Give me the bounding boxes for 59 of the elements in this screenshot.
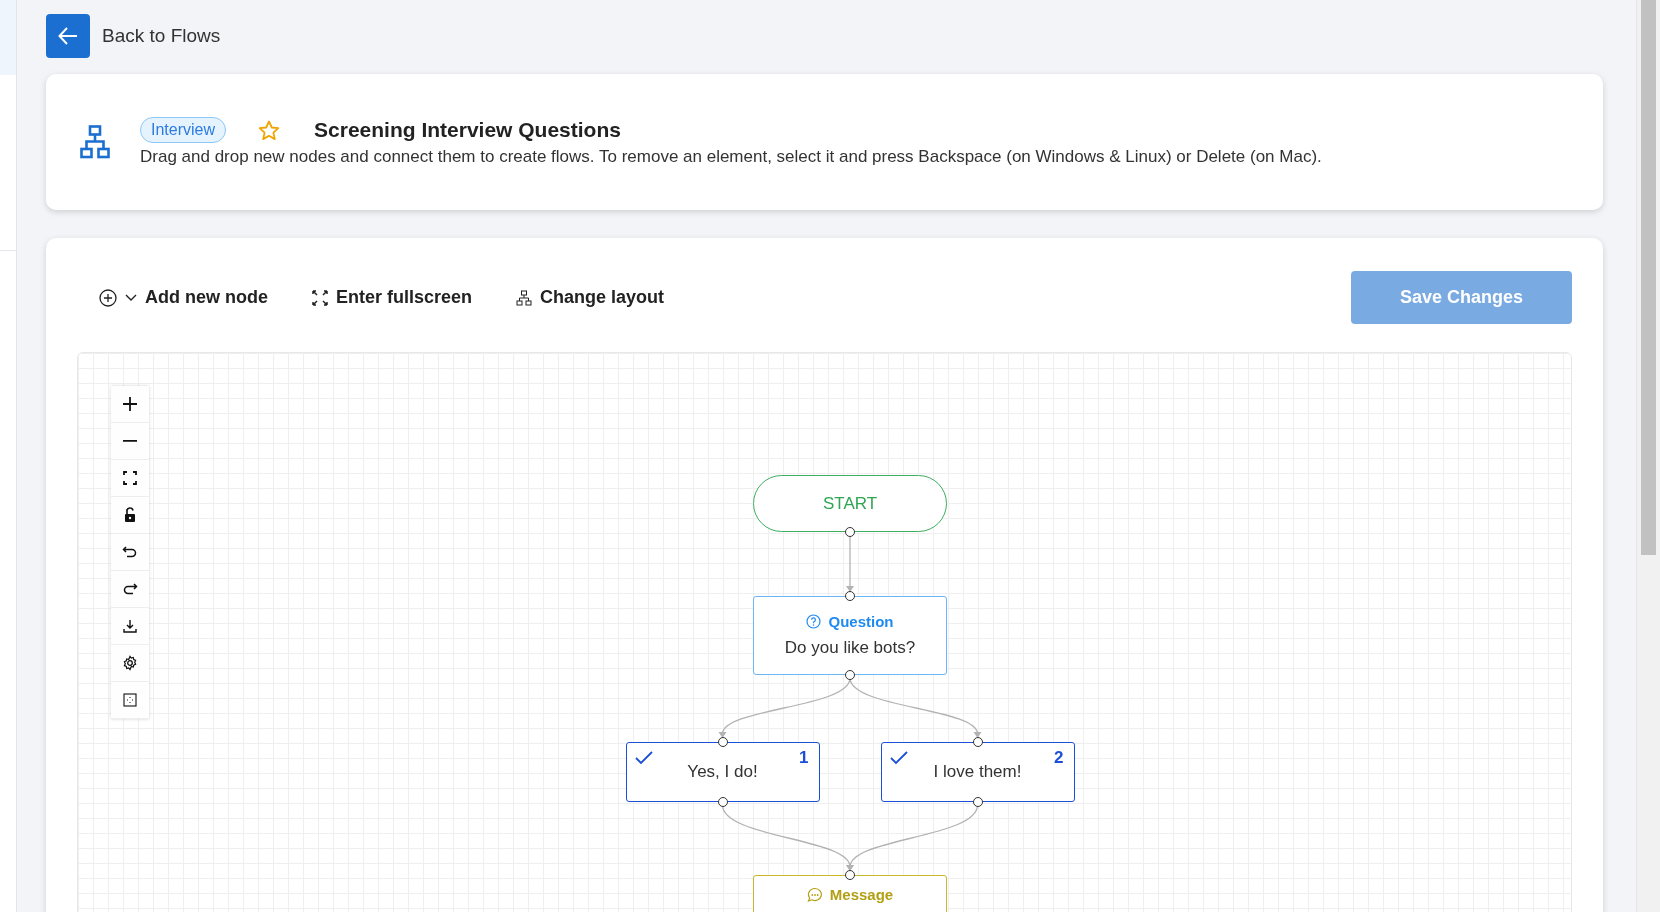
hierarchy-icon [516,289,533,306]
connection-handle[interactable] [845,527,855,537]
connection-handle[interactable] [972,797,983,807]
grid-button[interactable] [111,682,149,719]
grid-icon [122,692,138,708]
connection-handle[interactable] [845,870,855,880]
hierarchy-icon [80,125,110,159]
connection-handle[interactable] [717,797,728,807]
padlock-icon [122,507,138,523]
category-tag: Interview [140,117,227,143]
redo-button[interactable] [111,571,149,608]
expand-icon [312,289,328,306]
star-icon[interactable] [258,119,281,141]
connection-handle[interactable] [717,737,728,747]
checkmark-icon [889,751,908,765]
connection-handle[interactable] [845,670,855,680]
padlock-button[interactable] [111,497,149,534]
connection-handle[interactable] [972,737,983,747]
settings-button[interactable] [111,645,149,682]
chevron-down-icon [125,293,137,302]
settings-icon [122,655,138,671]
node-text: Do you like bots? [784,638,916,658]
connector-arrow [846,534,854,592]
flow-canvas[interactable]: START Question Do you like bots? 1 Yes, I do! 2 I love them! Message [77,352,1572,912]
plus-icon [122,396,138,412]
fit-view-button[interactable] [111,460,149,497]
plus-circle-icon [99,288,117,307]
node-text: I love them! [933,762,1022,782]
undo-icon [122,544,138,560]
node-label: START [822,493,878,514]
answer-number: 2 [1054,748,1064,768]
fit-view-icon [122,470,138,486]
scrollbar-thumb[interactable] [1641,0,1656,555]
undo-button[interactable] [111,534,149,571]
node-text: Yes, I do! [687,762,758,782]
scrollbar[interactable] [1636,0,1660,912]
back-link[interactable]: Back to Flows [102,25,221,47]
add-toolbar-button[interactable]: Add new node [99,283,268,312]
question-node[interactable]: Question Do you like bots? [753,596,947,675]
answer-number: 1 [799,748,809,768]
arrow-left-icon [58,27,78,45]
chat-bubble-icon [806,886,823,903]
instructions-text: Drag and drop new nodes and connect them to create flows. To remove an element, select it and press Backspace (on Windows & Linux) or Delete (on Mac). [140,147,1322,167]
redo-icon [122,581,138,597]
node-title: Message [829,886,894,903]
answer-node[interactable]: 1 Yes, I do! [625,742,820,802]
flow-title: Screening Interview Questions [314,118,621,142]
download-button[interactable] [111,608,149,645]
minus-icon [122,440,138,442]
fullscreen-toolbar-button[interactable]: Enter fullscreen [312,283,473,312]
question-mark-icon [806,614,822,629]
answer-node[interactable]: 2 I love them! [880,742,1075,802]
connection-handle[interactable] [845,591,855,601]
download-icon [122,618,138,634]
layout-toolbar-button[interactable]: Change layout [516,283,665,312]
back-button[interactable] [46,14,90,58]
node-title: Question [828,613,894,630]
plus-button[interactable] [111,386,149,423]
checkmark-icon [634,751,653,765]
